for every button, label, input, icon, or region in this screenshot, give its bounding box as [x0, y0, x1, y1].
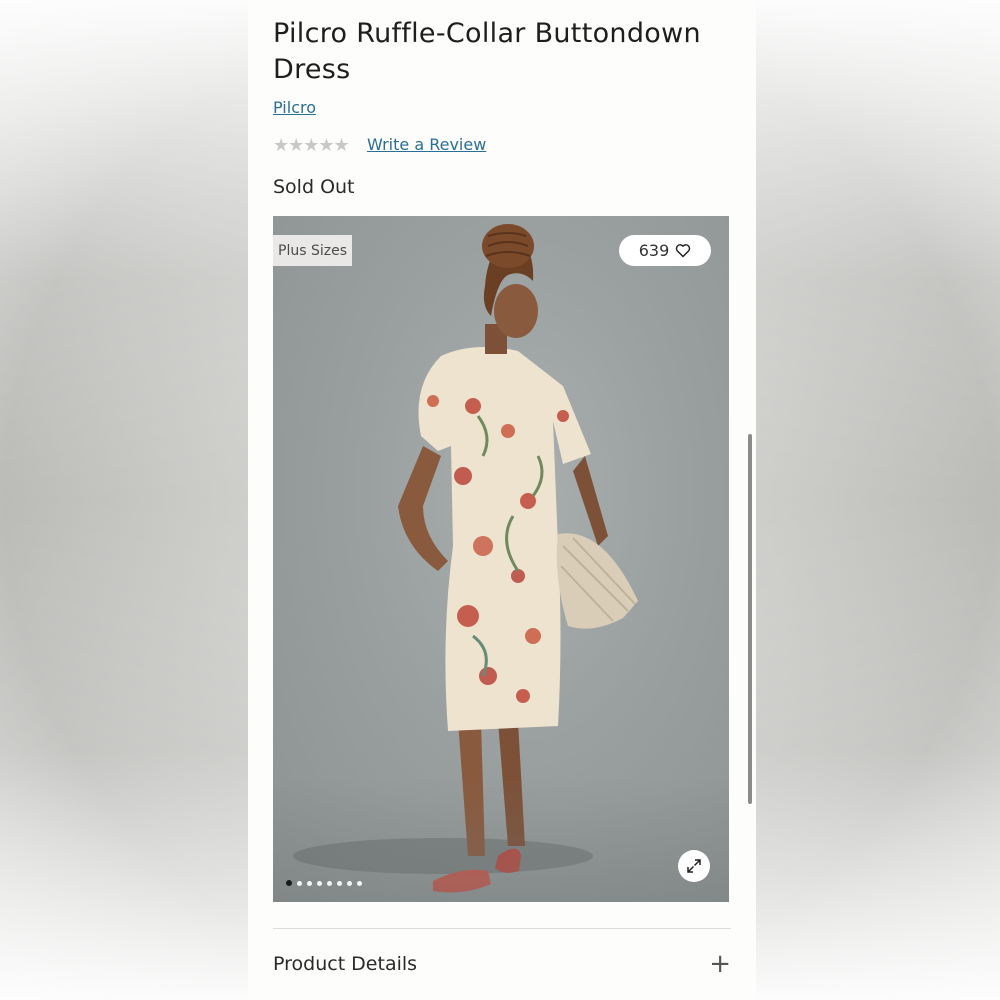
carousel-pagination — [286, 880, 362, 886]
plus-icon: + — [709, 949, 731, 979]
section-divider — [273, 928, 731, 929]
carousel-dot[interactable] — [286, 880, 292, 886]
heart-icon — [676, 244, 691, 258]
product-details-accordion[interactable]: Product Details + — [273, 949, 731, 979]
carousel-dot[interactable] — [347, 880, 352, 886]
carousel-dot[interactable] — [337, 880, 342, 886]
scrollbar[interactable] — [748, 434, 752, 804]
carousel-dot[interactable] — [357, 880, 362, 886]
product-title: Pilcro Ruffle-Collar Buttondown Dress — [273, 18, 701, 85]
expand-image-button[interactable] — [678, 850, 710, 882]
expand-icon — [687, 859, 701, 873]
write-review-link[interactable]: Write a Review — [367, 135, 486, 154]
carousel-dot[interactable] — [307, 880, 312, 886]
availability-status: Sold Out — [273, 176, 355, 198]
carousel-dot[interactable] — [317, 880, 322, 886]
carousel-dot[interactable] — [327, 880, 332, 886]
rating-stars: ★★★★★ — [273, 135, 350, 156]
product-page: Pilcro Ruffle-Collar Buttondown Dress Pi… — [248, 0, 756, 1000]
product-image-carousel[interactable]: Plus Sizes 639 — [273, 216, 729, 902]
like-button[interactable]: 639 — [619, 235, 711, 266]
brand-link[interactable]: Pilcro — [273, 98, 316, 117]
product-details-label: Product Details — [273, 953, 418, 975]
carousel-dot[interactable] — [297, 880, 302, 886]
plus-sizes-badge: Plus Sizes — [273, 235, 352, 266]
like-count: 639 — [638, 241, 670, 260]
